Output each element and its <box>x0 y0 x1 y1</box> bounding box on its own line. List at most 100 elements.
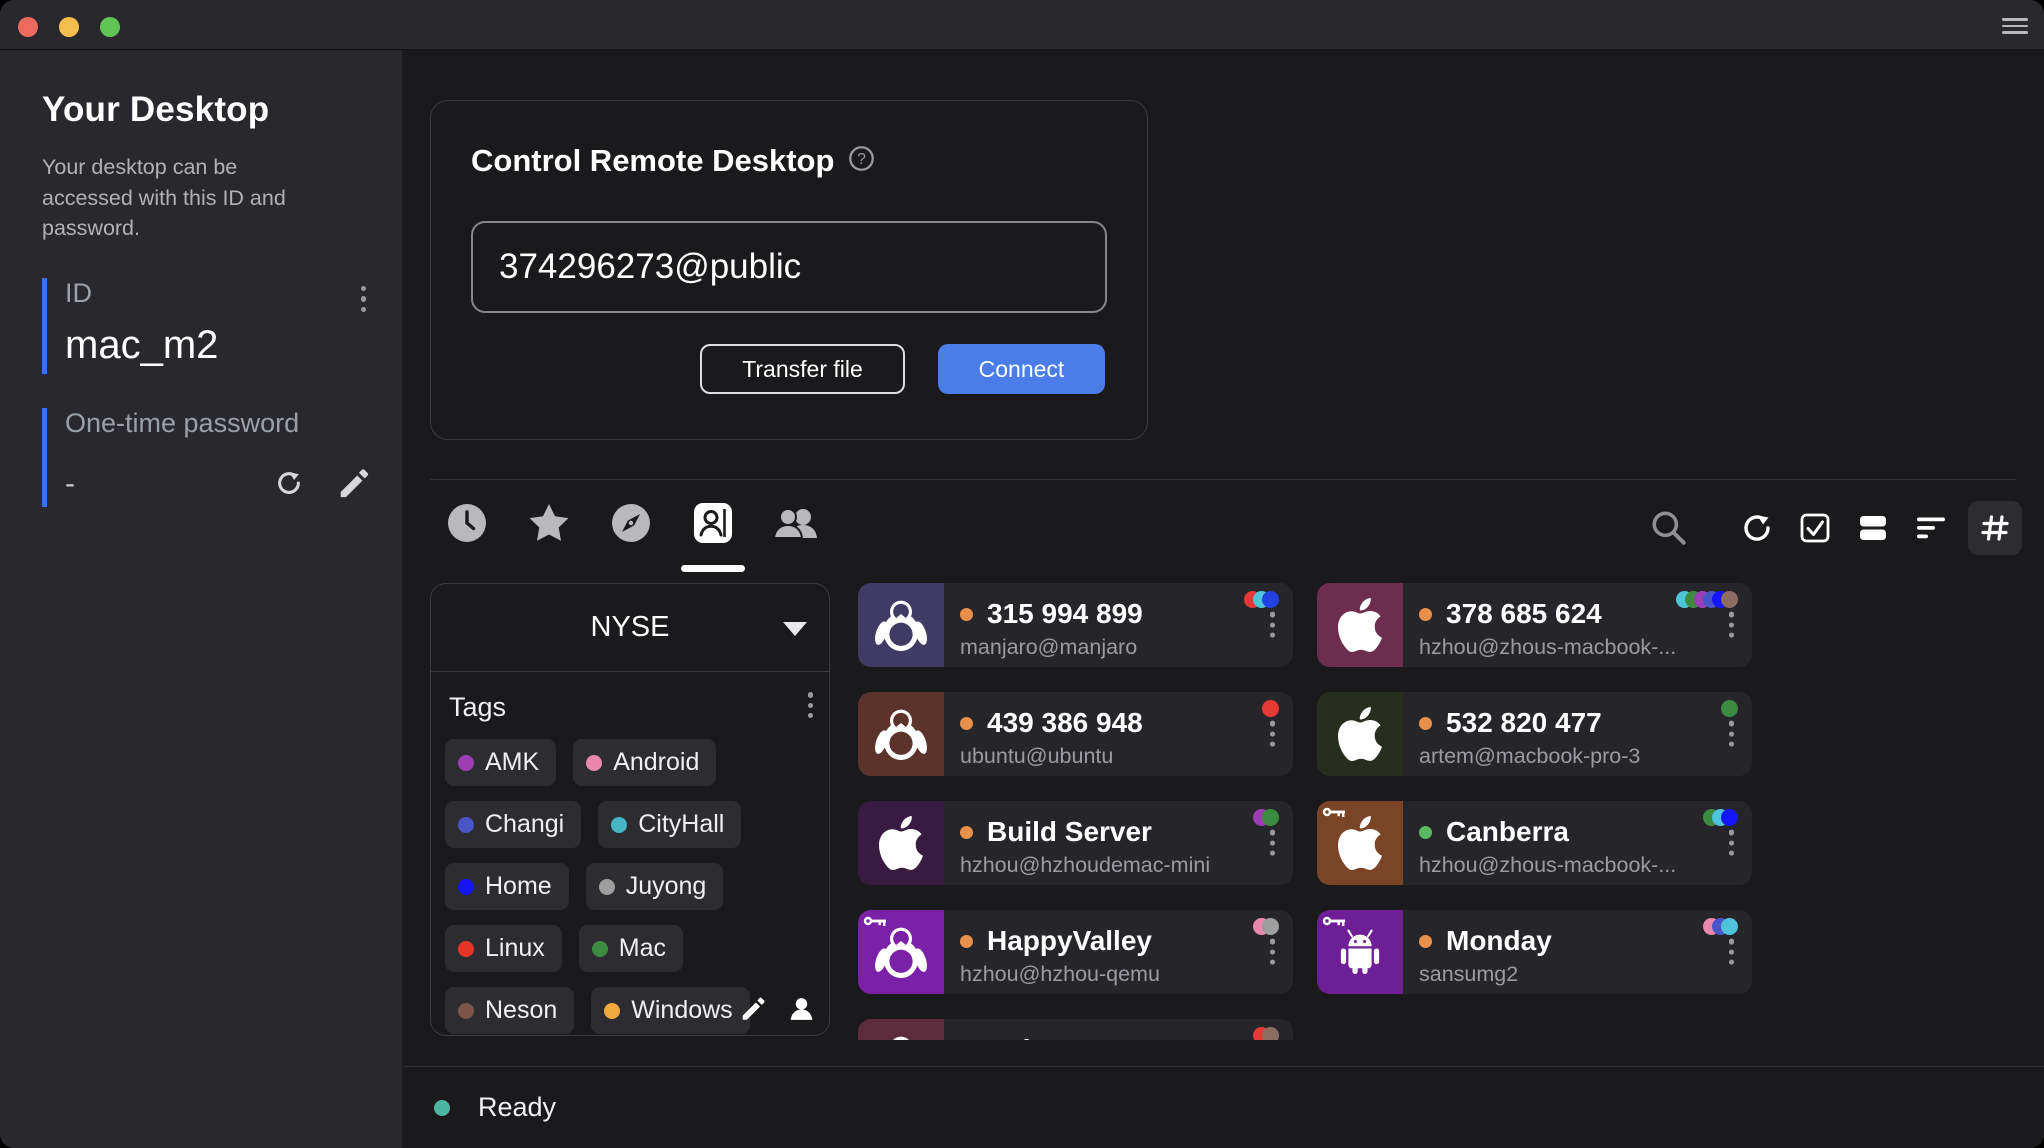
tab-favorites[interactable] <box>526 500 572 572</box>
chevron-down-icon <box>783 622 807 636</box>
online-status-dot <box>960 826 973 839</box>
address-book-name: NYSE <box>591 611 670 644</box>
device-card[interactable]: Pol <box>858 1019 1293 1040</box>
minimize-window-button[interactable] <box>59 17 79 37</box>
transfer-file-button[interactable]: Transfer file <box>700 344 905 394</box>
star-icon <box>526 500 572 546</box>
tag-label: CityHall <box>638 810 724 839</box>
tag-label: Android <box>613 748 699 777</box>
device-menu-icon[interactable] <box>1723 717 1741 752</box>
help-icon[interactable]: ? <box>848 145 875 177</box>
id-block: ID mac_m2 <box>42 278 364 374</box>
id-menu-icon[interactable] <box>355 282 373 317</box>
device-menu-icon[interactable] <box>1723 935 1741 970</box>
close-window-button[interactable] <box>18 17 38 37</box>
edit-tags-icon[interactable] <box>739 995 766 1027</box>
device-subtitle: hzhou@zhous-macbook-... <box>1419 853 1676 878</box>
linux-penguin-icon <box>872 705 930 763</box>
tab-group[interactable] <box>772 500 818 572</box>
platform-icon-tile <box>858 910 944 994</box>
tag-label: Neson <box>485 996 557 1025</box>
tag-chip[interactable]: Mac <box>579 925 683 972</box>
sidebar-title: Your Desktop <box>42 90 402 130</box>
device-name: Pol <box>987 1034 1031 1040</box>
person-icon[interactable] <box>788 995 815 1027</box>
tag-chip[interactable]: Android <box>573 739 716 786</box>
list-view-button[interactable] <box>1852 507 1894 549</box>
device-card[interactable]: 439 386 948 ubuntu@ubuntu <box>858 692 1293 776</box>
device-name: 439 386 948 <box>987 707 1143 739</box>
device-menu-icon[interactable] <box>1723 826 1741 861</box>
online-status-dot <box>1419 717 1432 730</box>
grid-view-button[interactable] <box>1968 501 2022 555</box>
title-bar <box>0 0 2044 50</box>
refresh-button[interactable] <box>1736 507 1778 549</box>
tag-chip[interactable]: Windows <box>591 987 749 1034</box>
platform-icon-tile <box>858 692 944 776</box>
device-menu-icon[interactable] <box>1723 608 1741 643</box>
device-card[interactable]: Canberra hzhou@zhous-macbook-... <box>1317 801 1752 885</box>
device-id-value[interactable]: mac_m2 <box>65 323 364 374</box>
compass-icon <box>608 500 654 546</box>
device-card[interactable]: 315 994 899 manjaro@manjaro <box>858 583 1293 667</box>
refresh-password-icon[interactable] <box>272 466 306 505</box>
address-book-icon <box>690 500 736 546</box>
device-name: Monday <box>1446 925 1552 957</box>
tag-label: Changi <box>485 810 564 839</box>
select-button[interactable] <box>1794 507 1836 549</box>
tag-chip[interactable]: Juyong <box>586 863 724 910</box>
tag-chip[interactable]: Changi <box>445 801 581 848</box>
edit-password-icon[interactable] <box>336 466 370 505</box>
device-name: Canberra <box>1446 816 1569 848</box>
device-subtitle: ubuntu@ubuntu <box>960 744 1143 769</box>
tags-title: Tags <box>449 692 506 723</box>
device-grid: 315 994 899 manjaro@manjaro <box>858 583 1752 1040</box>
online-status-dot <box>1419 608 1432 621</box>
tag-chip[interactable]: Home <box>445 863 569 910</box>
tag-color-dot <box>458 1003 474 1019</box>
device-card[interactable]: Monday sansumg2 <box>1317 910 1752 994</box>
tab-address-book[interactable] <box>690 500 736 572</box>
search-button[interactable] <box>1648 507 1690 549</box>
tags-menu-icon[interactable] <box>802 688 820 723</box>
device-card[interactable]: 378 685 624 hzhou@zhous-macbook-... <box>1317 583 1752 667</box>
device-tag-dots <box>1711 918 1738 935</box>
device-card[interactable]: 532 820 477 artem@macbook-pro-3 <box>1317 692 1752 776</box>
connection-status-label: Ready <box>478 1092 556 1123</box>
tab-discovered[interactable] <box>608 500 654 572</box>
tag-chip[interactable]: Linux <box>445 925 562 972</box>
device-menu-icon[interactable] <box>1264 935 1282 970</box>
device-menu-icon[interactable] <box>1264 717 1282 752</box>
svg-text:?: ? <box>858 151 867 168</box>
device-card[interactable]: HappyValley hzhou@hzhou-qemu <box>858 910 1293 994</box>
remote-id-input[interactable] <box>471 221 1107 313</box>
device-card[interactable]: Build Server hzhou@hzhoudemac-mini <box>858 801 1293 885</box>
tag-color-dot <box>599 879 615 895</box>
sidebar: Your Desktop Your desktop can be accesse… <box>0 50 403 1148</box>
tag-label: Mac <box>619 934 666 963</box>
tab-recent-sessions[interactable] <box>444 500 490 572</box>
sort-button[interactable] <box>1910 507 1952 549</box>
tag-chip[interactable]: CityHall <box>598 801 741 848</box>
linux-penguin-icon <box>872 596 930 654</box>
platform-icon-tile <box>1317 583 1403 667</box>
tag-color-dot <box>458 879 474 895</box>
address-book-dropdown[interactable]: NYSE <box>431 584 829 672</box>
refresh-icon <box>1737 508 1777 548</box>
key-icon <box>863 915 887 927</box>
control-remote-desktop-card: Control Remote Desktop ? Transfer file C… <box>430 100 1148 440</box>
online-status-dot <box>960 935 973 948</box>
device-tag-dots <box>1261 918 1279 935</box>
device-tag-dots <box>1261 1027 1279 1040</box>
online-status-dot <box>960 608 973 621</box>
device-menu-icon[interactable] <box>1264 826 1282 861</box>
zoom-window-button[interactable] <box>100 17 120 37</box>
view-toolbar <box>1648 500 2022 556</box>
tag-chip[interactable]: AMK <box>445 739 556 786</box>
tag-chip-list: AMK Android Changi CityHall Home Juyong … <box>431 729 829 1034</box>
device-menu-icon[interactable] <box>1264 608 1282 643</box>
connect-button[interactable]: Connect <box>938 344 1105 394</box>
tag-chip[interactable]: Neson <box>445 987 574 1034</box>
hamburger-menu-icon[interactable] <box>2002 18 2028 34</box>
control-card-title: Control Remote Desktop <box>471 143 834 179</box>
